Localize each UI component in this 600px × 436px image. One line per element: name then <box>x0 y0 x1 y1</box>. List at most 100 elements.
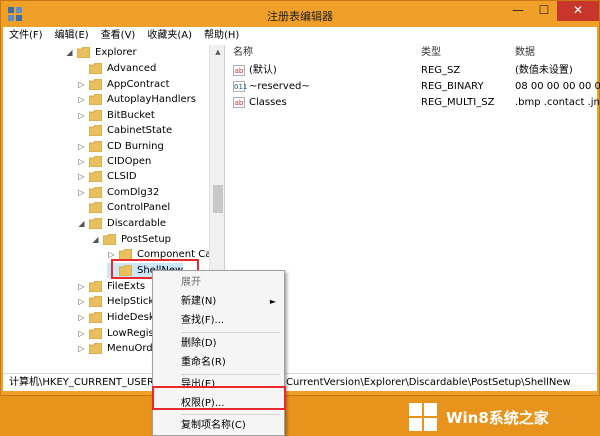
minimize-button[interactable]: — <box>505 1 531 21</box>
menu-file[interactable]: 文件(F) <box>3 27 49 45</box>
tree-item-postsetup[interactable]: ◢ PostSetup <box>91 232 171 247</box>
tree-item-label: PostSetup <box>121 234 172 245</box>
menu-favorites[interactable]: 收藏夹(A) <box>141 27 198 45</box>
menu-item-new[interactable]: 新建(N) ► <box>153 292 284 311</box>
expander-icon[interactable] <box>77 64 86 73</box>
value-data: .bmp .contact .jnt <box>515 97 600 108</box>
folder-icon <box>89 296 102 307</box>
folder-icon <box>89 171 102 182</box>
expander-icon[interactable]: ▷ <box>77 95 86 104</box>
tree-item-comdlg32[interactable]: ▷ ComDlg32 <box>77 185 159 200</box>
expander-icon[interactable]: ▷ <box>77 344 86 353</box>
folder-icon <box>89 328 102 339</box>
expander-icon[interactable]: ▷ <box>77 297 86 306</box>
expander-icon[interactable]: ▷ <box>77 172 86 181</box>
tree-scrollbar-thumb[interactable] <box>213 185 223 213</box>
folder-icon <box>89 156 102 167</box>
tree-item-controlpanel[interactable]: ControlPanel <box>77 200 170 215</box>
expander-icon[interactable]: ◢ <box>91 235 100 244</box>
menu-item-new-label: 新建(N) <box>181 296 217 307</box>
tree-item-label: MenuOrde <box>107 343 159 354</box>
menu-bar: 文件(F) 编辑(E) 查看(V) 收藏夹(A) 帮助(H) <box>3 27 597 45</box>
folder-icon <box>89 63 102 74</box>
tree-item-label: Discardable <box>107 218 167 229</box>
value-row[interactable]: ab Classes REG_MULTI_SZ .bmp .contact .j… <box>227 95 600 110</box>
value-name: Classes <box>249 97 287 108</box>
value-type: REG_MULTI_SZ <box>421 97 495 108</box>
expander-icon[interactable]: ◢ <box>65 48 74 57</box>
folder-icon <box>89 218 102 229</box>
tree-item-bitbucket[interactable]: ▷ BitBucket <box>77 108 155 123</box>
permissions-highlight-box <box>152 386 286 410</box>
menu-item-expand[interactable]: 展开 <box>153 273 284 292</box>
menu-item-delete[interactable]: 删除(D) <box>153 334 284 353</box>
folder-icon <box>89 110 102 121</box>
menu-help[interactable]: 帮助(H) <box>198 27 245 45</box>
status-path-right: CurrentVersion\Explorer\Discardable\Post… <box>286 377 571 388</box>
folder-icon <box>89 312 102 323</box>
expander-icon[interactable]: ▷ <box>77 188 86 197</box>
value-data: 08 00 00 00 00 00 <box>515 81 600 92</box>
tree-item-cd-burning[interactable]: ▷ CD Burning <box>77 139 164 154</box>
expander-icon[interactable]: ▷ <box>77 111 86 120</box>
value-row[interactable]: 011 ~reserved~ REG_BINARY 08 00 00 00 00… <box>227 79 600 94</box>
value-row[interactable]: ab (默认) REG_SZ (数值未设置) <box>227 63 597 78</box>
tree-item-cidopen[interactable]: ▷ CIDOpen <box>77 154 151 169</box>
tree-item-label: BitBucket <box>107 110 155 121</box>
tree-item-lowregistry[interactable]: ▷ LowRegistr <box>77 326 162 341</box>
title-bar[interactable]: 注册表编辑器 — ☐ ✕ <box>1 1 599 27</box>
expander-icon[interactable]: ▷ <box>77 329 86 338</box>
expander-icon[interactable]: ▷ <box>77 282 86 291</box>
menu-item-copy-key-name[interactable]: 复制项名称(C) <box>153 416 284 435</box>
watermark-text: Win8系统之家 <box>446 408 549 427</box>
folder-icon <box>89 343 102 354</box>
tree-item-label: ComDlg32 <box>107 187 160 198</box>
tree-item-label: Advanced <box>107 63 157 74</box>
folder-icon <box>89 187 102 198</box>
tree-item-label: CabinetState <box>107 125 173 136</box>
menu-separator <box>181 332 280 333</box>
folder-icon <box>89 79 102 90</box>
value-type: REG_SZ <box>421 65 461 76</box>
folder-icon <box>89 125 102 136</box>
main-content: ◢ Explorer Advanced ▷ AppContract ▷ Auto… <box>3 45 600 373</box>
tree-item-helpsticker[interactable]: ▷ HelpSticker <box>77 294 164 309</box>
tree-item-label: Explorer <box>95 47 137 58</box>
tree-item-appcontract[interactable]: ▷ AppContract <box>77 77 170 92</box>
expander-icon[interactable]: ▷ <box>77 313 86 322</box>
tree-item-advanced[interactable]: Advanced <box>77 61 156 76</box>
column-header-data[interactable]: 数据 <box>511 45 600 63</box>
expander-icon[interactable]: ◢ <box>77 219 86 228</box>
expander-icon[interactable]: ▷ <box>77 157 86 166</box>
expander-icon[interactable] <box>77 203 86 212</box>
expander-icon[interactable] <box>77 126 86 135</box>
tree-item-fileexts[interactable]: ▷ FileExts <box>77 279 145 294</box>
tree-item-explorer[interactable]: ◢ Explorer <box>65 45 137 60</box>
expander-icon[interactable]: ▷ <box>77 142 86 151</box>
tree-item-autoplayhandlers[interactable]: ▷ AutoplayHandlers <box>77 92 196 107</box>
string-value-icon: ab <box>233 97 245 108</box>
tree-item-clsid[interactable]: ▷ CLSID <box>77 169 137 184</box>
watermark: Win8系统之家 <box>408 400 549 434</box>
scroll-up-icon[interactable]: ▲ <box>210 45 224 59</box>
value-name: (默认) <box>249 65 277 76</box>
menu-view[interactable]: 查看(V) <box>95 27 142 45</box>
column-header-name[interactable]: 名称 <box>229 45 419 63</box>
menu-item-find[interactable]: 查找(F)... <box>153 311 284 330</box>
maximize-button[interactable]: ☐ <box>531 1 557 21</box>
menu-item-rename[interactable]: 重命名(R) <box>153 353 284 372</box>
string-value-icon: ab <box>233 65 245 76</box>
column-header-type[interactable]: 类型 <box>417 45 511 63</box>
folder-icon <box>89 94 102 105</box>
binary-value-icon: 011 <box>233 81 248 92</box>
tree-item-cabinetstate[interactable]: CabinetState <box>77 123 172 138</box>
tree-item-discardable[interactable]: ◢ Discardable <box>77 216 166 231</box>
tree-item-label: FileExts <box>107 281 146 292</box>
submenu-arrow-icon: ► <box>269 297 276 306</box>
folder-icon <box>89 141 102 152</box>
expander-icon[interactable]: ▷ <box>77 80 86 89</box>
tree-item-menuorder[interactable]: ▷ MenuOrde <box>77 341 159 356</box>
expander-icon[interactable]: ▷ <box>107 250 116 259</box>
menu-edit[interactable]: 编辑(E) <box>49 27 95 45</box>
close-button[interactable]: ✕ <box>557 1 599 21</box>
